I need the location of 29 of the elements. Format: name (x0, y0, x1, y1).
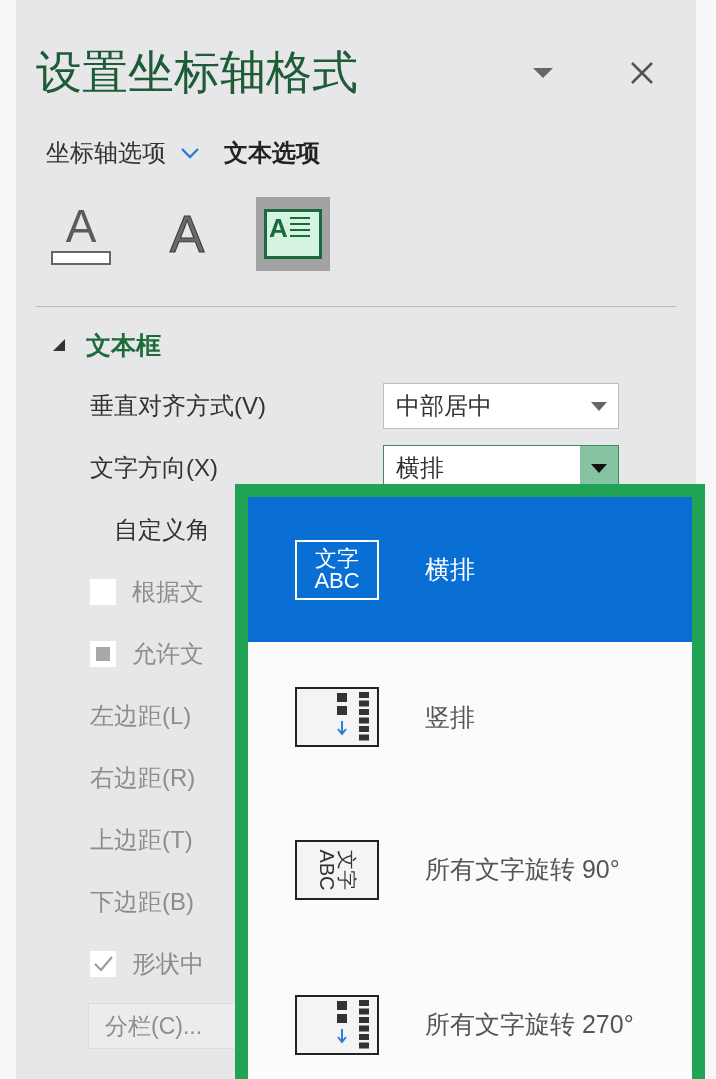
menu-option[interactable]: 文字 ABC 横排 (248, 497, 692, 642)
rotated-text-icon: 文字 ABC (295, 839, 379, 900)
text-box-icon[interactable]: A (256, 197, 330, 271)
field-label: 下边距(B) (90, 887, 194, 917)
field-label: 自定义角 (114, 515, 210, 545)
dropdown-arrow-icon[interactable] (591, 401, 607, 411)
dropdown-arrow-icon[interactable] (591, 463, 607, 473)
checkbox-label: 允许文 (132, 639, 204, 669)
tab[interactable]: 文本选项 (224, 137, 320, 169)
menu-option[interactable]: 所有文字旋转 270° (248, 947, 692, 1079)
horizontal-text-icon: 文字 ABC (295, 539, 379, 600)
checkbox-label: 根据文 (132, 577, 204, 607)
dropdown-field[interactable]: 中部居中 (383, 383, 619, 429)
section-title[interactable]: 文本框 (86, 328, 161, 362)
vertical-text-icon (295, 994, 379, 1055)
vertical-text-icon (295, 687, 379, 747)
close-icon[interactable] (630, 61, 654, 85)
menu-option[interactable]: 文字 ABC 所有文字旋转 90° (248, 792, 692, 947)
caret-icon[interactable] (532, 67, 554, 79)
expand-icon[interactable] (52, 338, 66, 352)
field-label: 左边距(L) (90, 701, 192, 731)
field-label: 文字方向(X) (90, 453, 219, 483)
field-label: 右边距(R) (90, 763, 196, 793)
menu-option[interactable]: 竖排 (248, 642, 692, 792)
tab[interactable]: 坐标轴选项 (46, 137, 200, 169)
field-label: 上边距(T) (90, 825, 193, 855)
pane-title: 设置坐标轴格式 (36, 45, 359, 100)
field-label: 垂直对齐方式(V) (90, 391, 267, 421)
checkbox-label: 形状中 (132, 949, 204, 979)
